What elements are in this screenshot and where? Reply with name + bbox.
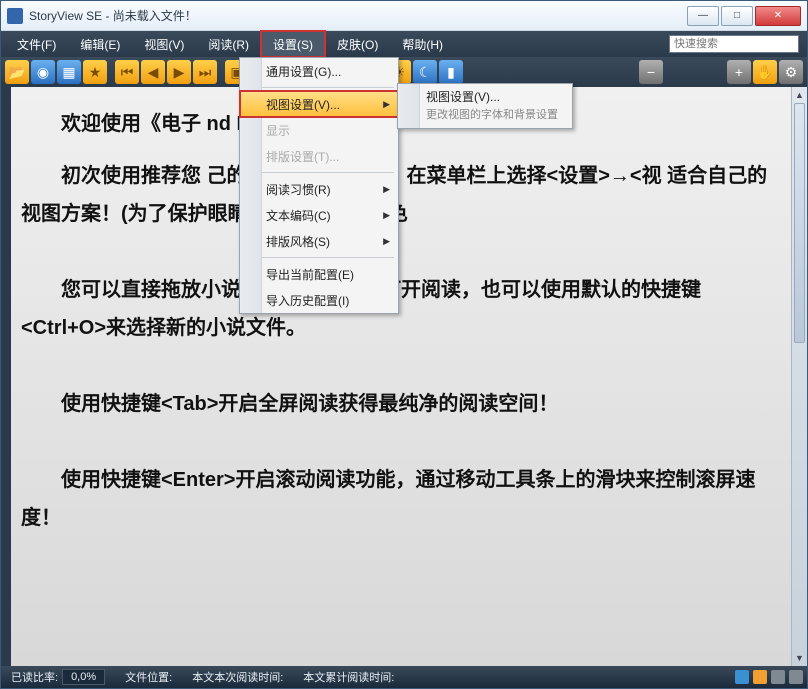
chevron-right-icon: ▶: [383, 184, 390, 195]
ratio-label: 已读比率:: [11, 669, 58, 685]
folder-icon[interactable]: ▦: [57, 60, 81, 84]
scroll-down-icon[interactable]: ▼: [792, 650, 807, 666]
window-title: StoryView SE - 尚未载入文件！: [29, 7, 687, 24]
statusbar: 已读比率: 0,0% 文件位置: 本文本次阅读时间: 本文累计阅读时间:: [1, 666, 807, 688]
nav-next-icon[interactable]: ▶: [167, 60, 191, 84]
window-buttons: — □ ✕: [687, 6, 801, 26]
dd-import-config[interactable]: 导入历史配置(I): [240, 287, 398, 313]
dd-general-settings[interactable]: 通用设置(G)...: [240, 58, 398, 84]
search-input[interactable]: [669, 35, 799, 53]
status-icon-b[interactable]: [753, 670, 767, 684]
dropdown-separator: [244, 172, 394, 173]
status-icons: [735, 670, 803, 684]
dd-reading-habit[interactable]: 阅读习惯(R)▶: [240, 176, 398, 202]
session-time: 本文本次阅读时间:: [186, 669, 289, 685]
zoom-out-icon[interactable]: −: [639, 60, 663, 84]
sm-view-settings-desc: 更改视图的字体和背景设置: [398, 108, 572, 128]
content-area: 欢迎使用《电子 nd Edition》 初次使用推荐您 己的背景和文本颜色。在菜…: [1, 87, 807, 666]
status-icon-c[interactable]: [771, 670, 785, 684]
reading-page: 欢迎使用《电子 nd Edition》 初次使用推荐您 己的背景和文本颜色。在菜…: [11, 87, 791, 666]
chevron-right-icon: ▶: [383, 99, 390, 110]
sm-view-settings[interactable]: 视图设置(V)...: [398, 84, 572, 108]
moon-icon[interactable]: ☾: [413, 60, 437, 84]
pos-label: 文件位置:: [125, 669, 172, 685]
time-label: 本文本次阅读时间:: [192, 669, 283, 685]
chevron-right-icon: ▶: [383, 210, 390, 221]
left-gutter: [1, 87, 11, 666]
instruction-4: 使用快捷键<Enter>开启滚动阅读功能，通过移动工具条上的滑块来控制滚屏速度！: [21, 461, 781, 537]
bookmark-icon[interactable]: ★: [83, 60, 107, 84]
instruction-1: 初次使用推荐您 己的背景和文本颜色。在菜单栏上选择<设置>→<视 适合自己的视图…: [21, 157, 781, 233]
scroll-thumb[interactable]: [794, 103, 805, 343]
total-label: 本文累计阅读时间:: [303, 669, 394, 685]
dropdown-separator: [244, 87, 394, 88]
menu-view[interactable]: 视图(V): [132, 31, 196, 57]
menu-skin[interactable]: 皮肤(O): [325, 31, 390, 57]
dd-layout-style[interactable]: 排版风格(S)▶: [240, 228, 398, 254]
read-ratio: 已读比率: 0,0%: [5, 669, 111, 685]
settings-dropdown: 通用设置(G)... 视图设置(V)...▶ 显示 排版设置(T)... 阅读习…: [239, 57, 399, 314]
dd-export-config[interactable]: 导出当前配置(E): [240, 261, 398, 287]
dd-text-encoding[interactable]: 文本编码(C)▶: [240, 202, 398, 228]
view-settings-submenu: 视图设置(V)... 更改视图的字体和背景设置: [397, 83, 573, 129]
hand-icon[interactable]: ✋: [753, 60, 777, 84]
status-icon-d[interactable]: [789, 670, 803, 684]
app-window: StoryView SE - 尚未载入文件！ — □ ✕ 文件(F) 编辑(E)…: [0, 0, 808, 689]
close-button[interactable]: ✕: [755, 6, 801, 26]
nav-prev-icon[interactable]: ◀: [141, 60, 165, 84]
menubar: 文件(F) 编辑(E) 视图(V) 阅读(R) 设置(S) 皮肤(O) 帮助(H…: [1, 31, 807, 57]
panel-icon[interactable]: ▮: [439, 60, 463, 84]
search-wrap: [665, 31, 803, 57]
ratio-value: 0,0%: [62, 669, 105, 685]
status-icon-a[interactable]: [735, 670, 749, 684]
dd-display: 显示: [240, 117, 398, 143]
open-icon[interactable]: 📂: [5, 60, 29, 84]
menu-edit[interactable]: 编辑(E): [68, 31, 132, 57]
scroll-up-icon[interactable]: ▲: [792, 87, 807, 103]
vertical-scrollbar[interactable]: ▲ ▼: [791, 87, 807, 666]
nav-last-icon[interactable]: ⏭: [193, 60, 217, 84]
instruction-3: 使用快捷键<Tab>开启全屏阅读获得最纯净的阅读空间！: [21, 385, 781, 423]
total-time: 本文累计阅读时间:: [297, 669, 400, 685]
nav-first-icon[interactable]: ⏮: [115, 60, 139, 84]
zoom-in-icon[interactable]: +: [727, 60, 751, 84]
chevron-right-icon: ▶: [383, 236, 390, 247]
dd-layout-settings: 排版设置(T)...: [240, 143, 398, 169]
menu-file[interactable]: 文件(F): [5, 31, 68, 57]
submenu-gutter: [398, 84, 420, 128]
maximize-button[interactable]: □: [721, 6, 753, 26]
dd-view-settings[interactable]: 视图设置(V)...▶: [240, 91, 398, 117]
instruction-2: 您可以直接拖放小说文件到主窗口来打开阅读，也可以使用默认的快捷键<Ctrl+O>…: [21, 271, 781, 347]
file-pos: 文件位置:: [119, 669, 178, 685]
menu-settings[interactable]: 设置(S): [261, 31, 325, 57]
menu-read[interactable]: 阅读(R): [196, 31, 261, 57]
menu-help[interactable]: 帮助(H): [390, 31, 455, 57]
gear-icon[interactable]: ⚙: [779, 60, 803, 84]
titlebar: StoryView SE - 尚未载入文件！ — □ ✕: [1, 1, 807, 31]
dropdown-separator: [244, 257, 394, 258]
globe-icon[interactable]: ◉: [31, 60, 55, 84]
minimize-button[interactable]: —: [687, 6, 719, 26]
app-icon: [7, 8, 23, 24]
